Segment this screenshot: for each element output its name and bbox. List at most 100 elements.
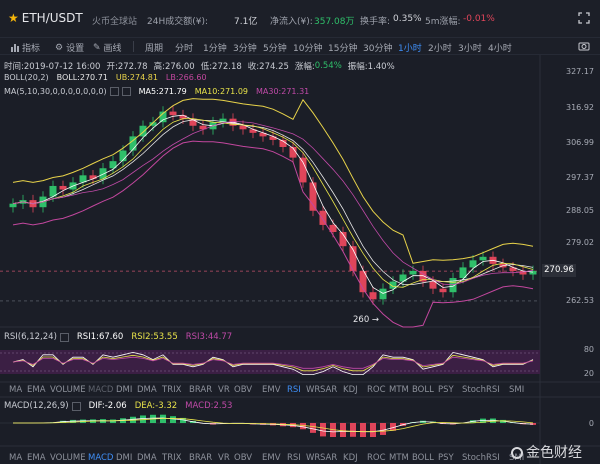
indicator-tabs-bottom: MA EMA VOLUME MACD DMI DMA TRIX BRAR VR OBV EMV RSI…: [0, 451, 540, 464]
period-5[interactable]: 15分钟: [328, 41, 357, 54]
period-0[interactable]: 分时: [175, 41, 193, 54]
candle-body: [309, 182, 317, 211]
candle-body: [169, 111, 177, 116]
rsi-settings-icon[interactable]: [59, 332, 69, 342]
candle-body: [89, 175, 97, 179]
period-7[interactable]: 1小时: [398, 41, 422, 54]
rsi1-value: RSI1:67.60: [76, 332, 124, 342]
low-marker-value: 260: [353, 315, 370, 325]
indicator-tab-mtm[interactable]: MTM: [389, 453, 409, 463]
indicator-tab-ema[interactable]: EMA: [27, 385, 46, 395]
indicator-tab-dma[interactable]: DMA: [137, 385, 157, 395]
indicator-tab-rsi[interactable]: RSI: [287, 385, 301, 395]
indicator-tab-vr[interactable]: VR: [218, 385, 230, 395]
toolbar-divider: [133, 41, 134, 52]
price-tick: 297.37: [566, 172, 594, 182]
price-tick: 306.99: [566, 138, 594, 148]
period-3[interactable]: 5分钟: [263, 41, 287, 54]
indicator-tab-volume[interactable]: VOLUME: [50, 385, 86, 395]
pencil-icon: ✎: [93, 42, 101, 53]
settings-button[interactable]: ⚙ 设置: [55, 41, 84, 55]
top-bar: ★ ETH/USDT 火币全球站 24H成交额(¥): 7.1亿 净流入(¥):…: [0, 0, 600, 38]
indicator-tab-obv[interactable]: OBV: [234, 385, 252, 395]
indicator-tab-macd[interactable]: MACD: [88, 453, 113, 463]
macd-bar: [360, 423, 366, 437]
favorite-star-icon[interactable]: ★: [8, 11, 19, 25]
indicator-icon: [11, 44, 19, 52]
boll-lower-line: [12, 140, 534, 328]
price-tick: 262.53: [566, 295, 594, 305]
indicator-tab-psy[interactable]: PSY: [438, 453, 454, 463]
draw-button[interactable]: ✎ 画线: [93, 41, 122, 55]
main-plot: [0, 98, 540, 328]
indicator-tab-wr[interactable]: WR: [306, 385, 320, 395]
indicator-tab-psy[interactable]: PSY: [438, 385, 454, 395]
gear-icon: ⚙: [55, 42, 64, 53]
indicator-tab-ma[interactable]: MA: [9, 385, 22, 395]
watermark-logo-icon: [511, 447, 523, 459]
volume-label: 24H成交额(¥):: [147, 17, 209, 27]
rsi-tick-80: 80: [583, 345, 594, 354]
indicator-tab-emv[interactable]: EMV: [262, 385, 281, 395]
indicator-tab-sar[interactable]: SAR: [320, 385, 337, 395]
indicator-tab-brar[interactable]: BRAR: [189, 385, 212, 395]
indicator-tab-vr[interactable]: VR: [218, 453, 230, 463]
indicator-tab-volume[interactable]: VOLUME: [50, 453, 86, 463]
fullscreen-icon[interactable]: [578, 12, 590, 27]
indicator-tab-macd[interactable]: MACD: [88, 385, 113, 395]
indicator-tab-rsi[interactable]: RSI: [287, 453, 301, 463]
candle-body: [239, 125, 247, 130]
indicator-tab-smi[interactable]: SMI: [509, 385, 524, 395]
pair-title[interactable]: ★ ETH/USDT: [8, 11, 83, 25]
period-6[interactable]: 30分钟: [363, 41, 392, 54]
indicator-tab-trix[interactable]: TRIX: [162, 385, 181, 395]
draw-label: 画线: [103, 44, 122, 54]
change5m-label: 5m涨幅:: [425, 17, 461, 27]
turnover-value: 0.35%: [393, 14, 422, 24]
indicator-tab-kdj[interactable]: KDJ: [343, 453, 358, 463]
indicator-tab-emv[interactable]: EMV: [262, 453, 281, 463]
macd-bar: [350, 423, 356, 437]
indicator-tab-ma[interactable]: MA: [9, 453, 22, 463]
camera-icon[interactable]: [578, 41, 590, 54]
indicator-tab-roc[interactable]: ROC: [367, 385, 386, 395]
indicator-tab-wr[interactable]: WR: [306, 453, 320, 463]
period-4[interactable]: 10分钟: [293, 41, 322, 54]
indicator-tab-kdj[interactable]: KDJ: [343, 385, 358, 395]
price-tick: 327.17: [566, 67, 594, 77]
indicator-tab-obv[interactable]: OBV: [234, 453, 252, 463]
indicator-button[interactable]: 指标: [10, 41, 40, 54]
indicator-tab-stochrsi[interactable]: StochRSI: [462, 453, 500, 463]
period-8[interactable]: 2小时: [428, 41, 452, 54]
indicator-tab-boll[interactable]: BOLL: [412, 385, 434, 395]
period-label: 周期: [145, 44, 164, 54]
indicator-tab-trix[interactable]: TRIX: [162, 453, 181, 463]
indicator-tab-dma[interactable]: DMA: [137, 453, 157, 463]
indicator-tab-dmi[interactable]: DMI: [116, 453, 132, 463]
indicator-tab-stochrsi[interactable]: StochRSI: [462, 385, 500, 395]
volume-value: 7.1亿: [234, 17, 258, 27]
change5m-value: -0.01%: [463, 14, 495, 24]
period-1[interactable]: 1分钟: [203, 41, 227, 54]
netflow-value: 357.08万: [314, 17, 355, 27]
indicator-tab-boll[interactable]: BOLL: [412, 453, 434, 463]
pair-name: ETH/USDT: [21, 11, 83, 25]
indicator-label: 指标: [22, 44, 41, 54]
indicator-tab-brar[interactable]: BRAR: [189, 453, 212, 463]
indicator-tab-ema[interactable]: EMA: [27, 453, 46, 463]
boll-upper-line: [12, 98, 534, 264]
period-9[interactable]: 3小时: [458, 41, 482, 54]
indicator-tab-sar[interactable]: SAR: [320, 453, 337, 463]
macd-bar: [320, 423, 326, 437]
macd-settings-icon[interactable]: [71, 401, 81, 411]
period-2[interactable]: 3分钟: [233, 41, 257, 54]
indicator-tab-dmi[interactable]: DMI: [116, 385, 132, 395]
candle-body: [59, 185, 67, 190]
rsi-legend-name: RSI(6,12,24): [4, 332, 57, 342]
candle-body: [429, 281, 437, 289]
turnover-label: 换手率:: [360, 17, 391, 27]
watermark: 金色财经: [511, 442, 582, 462]
indicator-tab-mtm[interactable]: MTM: [389, 385, 409, 395]
indicator-tab-roc[interactable]: ROC: [367, 453, 386, 463]
period-10[interactable]: 4小时: [488, 41, 512, 54]
